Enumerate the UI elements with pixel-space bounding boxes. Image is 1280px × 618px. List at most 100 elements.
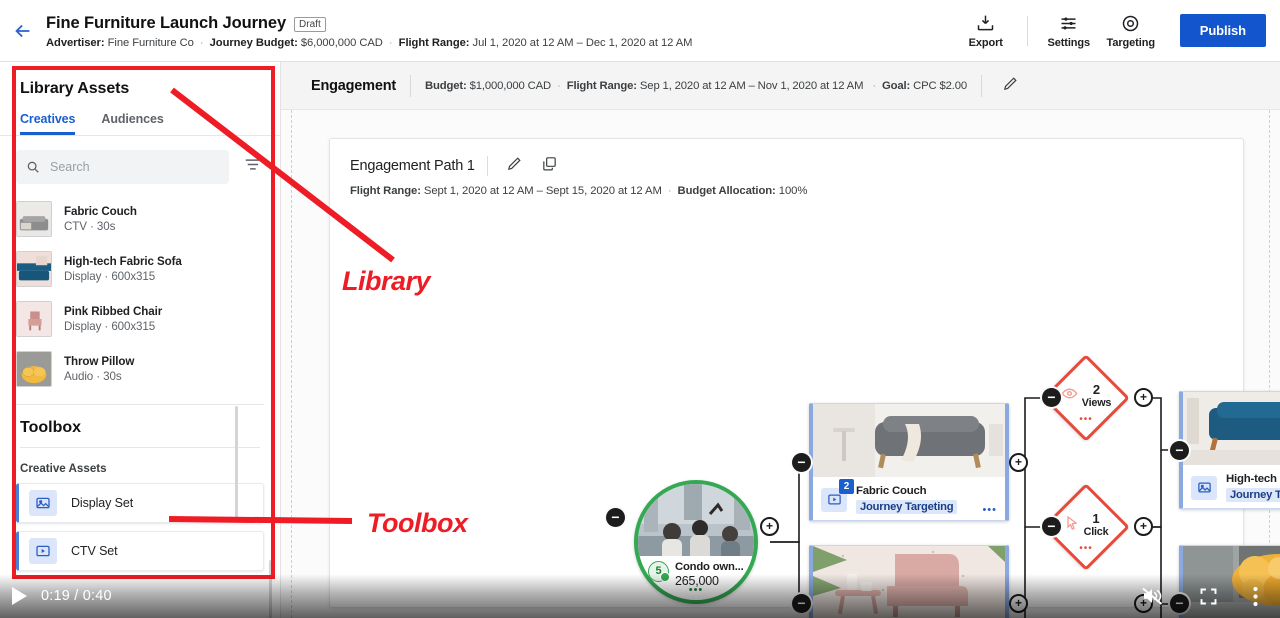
- image-icon: [1191, 475, 1217, 500]
- path-budget-label: Budget Allocation:: [677, 185, 776, 197]
- copy-icon: [543, 157, 556, 171]
- application-window: Fine Furniture Launch Journey Draft Adve…: [0, 0, 1280, 618]
- annotation-label-library: Library: [342, 266, 431, 296]
- creative-options-button[interactable]: •••: [982, 504, 997, 516]
- image-icon: [29, 490, 57, 516]
- creative-tag: Journey Targeting: [1226, 487, 1280, 502]
- fabric-couch-thumb: [16, 201, 52, 237]
- page-title: Fine Furniture Launch Journey: [46, 14, 287, 32]
- export-button[interactable]: Export: [955, 13, 1017, 49]
- library-assets-heading: Library Assets: [20, 80, 130, 97]
- engagement-bar: Engagement Budget: $1,000,000 CAD · Flig…: [281, 62, 1280, 110]
- creative-name: High-tech Fabric Sofa: [1226, 472, 1280, 485]
- filter-icon: [245, 159, 260, 170]
- eye-icon: [1061, 385, 1078, 407]
- search-box[interactable]: [16, 150, 229, 184]
- advertiser-label: Advertiser:: [46, 37, 105, 49]
- audience-name: Condo own...: [675, 560, 744, 573]
- engagement-flight-label: Flight Range:: [566, 79, 637, 92]
- collapse-node-button[interactable]: −: [792, 453, 811, 472]
- canvas-guide-line: [1269, 110, 1270, 618]
- thumb-art: [17, 302, 51, 336]
- journey-canvas[interactable]: Engagement Path 1 Flight Range: Sept 1, …: [281, 110, 1280, 618]
- condition-count: 2: [1092, 382, 1101, 397]
- condition-options-button[interactable]: •••: [1079, 414, 1093, 425]
- library-tabs: Creatives Audiences: [0, 108, 280, 136]
- creative-node-fabric-couch[interactable]: 2 Fabric Couch Journey Targeting •••: [809, 403, 1009, 521]
- plus-icon: +: [1139, 518, 1147, 533]
- tool-label: Display Set: [71, 496, 134, 510]
- asset-text: Throw Pillow Audio · 30s: [64, 355, 134, 383]
- back-button[interactable]: [0, 0, 46, 62]
- engagement-goal-label: Goal:: [881, 79, 911, 92]
- asset-sub: Audio · 30s: [64, 370, 122, 383]
- engagement-goal-value: CPC $2.00: [913, 79, 967, 92]
- add-node-button[interactable]: +: [760, 517, 779, 536]
- thumb-art: [17, 252, 51, 286]
- search-input[interactable]: [50, 160, 219, 174]
- asset-list-scrollbar[interactable]: [235, 406, 238, 518]
- path-title: Engagement Path 1: [350, 158, 475, 174]
- creative-info-bar: 2 Fabric Couch Journey Targeting •••: [813, 477, 1005, 520]
- add-node-button[interactable]: +: [1134, 517, 1153, 536]
- edit-engagement-button[interactable]: [1002, 75, 1019, 97]
- video-glyph: [827, 494, 841, 505]
- duplicate-path-button[interactable]: [541, 155, 558, 177]
- add-node-button[interactable]: +: [1009, 453, 1028, 472]
- engagement-budget-label: Budget:: [425, 79, 467, 92]
- minus-icon: −: [797, 453, 806, 470]
- more-options-button[interactable]: [1253, 586, 1258, 607]
- left-sidebar: Library Assets Creatives Audiences Searc…: [0, 62, 281, 618]
- asset-text: Pink Ribbed Chair Display · 600x315: [64, 305, 162, 333]
- tool-display-set[interactable]: Display Set: [16, 483, 264, 523]
- condition-label: Click: [1083, 526, 1109, 538]
- collapse-audience-button[interactable]: −: [606, 508, 625, 527]
- creative-badge-count: 2: [839, 478, 854, 494]
- list-item[interactable]: Fabric Couch CTV · 30s: [0, 194, 280, 244]
- list-item[interactable]: Throw Pillow Audio · 30s: [0, 344, 280, 394]
- toolbox-group-label: Creative Assets: [20, 462, 107, 475]
- pencil-icon: [1004, 76, 1017, 90]
- cursor-glyph: [1066, 515, 1078, 530]
- minus-icon: −: [1047, 517, 1056, 534]
- image-glyph: [1197, 482, 1211, 493]
- path-meta: Flight Range: Sept 1, 2020 at 12 AM – Se…: [330, 177, 1243, 197]
- tab-creatives[interactable]: Creatives: [20, 108, 75, 135]
- header-divider: [1026, 15, 1028, 46]
- annotation-label-toolbox: Toolbox: [367, 508, 468, 538]
- publish-button[interactable]: Publish: [1179, 14, 1266, 47]
- engagement-meta: Budget: $1,000,000 CAD · Flight Range: S…: [425, 80, 967, 92]
- collapse-node-button[interactable]: −: [1042, 388, 1061, 407]
- audience-photo-art: [638, 484, 754, 556]
- play-button[interactable]: [12, 587, 27, 605]
- status-badge: Draft: [294, 17, 326, 32]
- search-row: [0, 136, 280, 194]
- condition-options-button[interactable]: •••: [1079, 543, 1093, 554]
- collapse-node-button[interactable]: −: [1042, 517, 1061, 536]
- bar-divider: [981, 74, 982, 97]
- targeting-button[interactable]: Targeting: [1100, 13, 1162, 49]
- list-item[interactable]: Pink Ribbed Chair Display · 600x315: [0, 294, 280, 344]
- add-node-button[interactable]: +: [1134, 388, 1153, 407]
- asset-name: Throw Pillow: [64, 355, 135, 368]
- tool-ctv-set[interactable]: CTV Set: [16, 531, 264, 571]
- creative-node-hightech-sofa[interactable]: High-tech Fabric Sofa Journey Targeting …: [1179, 391, 1280, 509]
- thumb-art: [17, 352, 51, 386]
- settings-button[interactable]: Settings: [1038, 13, 1100, 49]
- minus-icon: −: [1047, 388, 1056, 405]
- path-flight-label: Flight Range:: [350, 185, 421, 197]
- list-item[interactable]: High-tech Fabric Sofa Display · 600x315: [0, 244, 280, 294]
- asset-sub: Display · 600x315: [64, 270, 156, 283]
- mute-button[interactable]: [1140, 584, 1164, 608]
- filter-button[interactable]: [241, 153, 264, 181]
- hightech-sofa-thumb: [16, 251, 52, 287]
- tab-audiences[interactable]: Audiences: [101, 108, 163, 135]
- export-label: Export: [968, 36, 1003, 49]
- collapse-node-button[interactable]: −: [1170, 441, 1189, 460]
- fullscreen-button[interactable]: [1198, 586, 1219, 607]
- condition-text: 1 Click: [1083, 512, 1109, 539]
- edit-path-button[interactable]: [506, 155, 523, 177]
- audience-photo: [638, 484, 754, 556]
- toolbox-heading: Toolbox: [20, 419, 82, 436]
- meta-separator: ·: [199, 37, 204, 49]
